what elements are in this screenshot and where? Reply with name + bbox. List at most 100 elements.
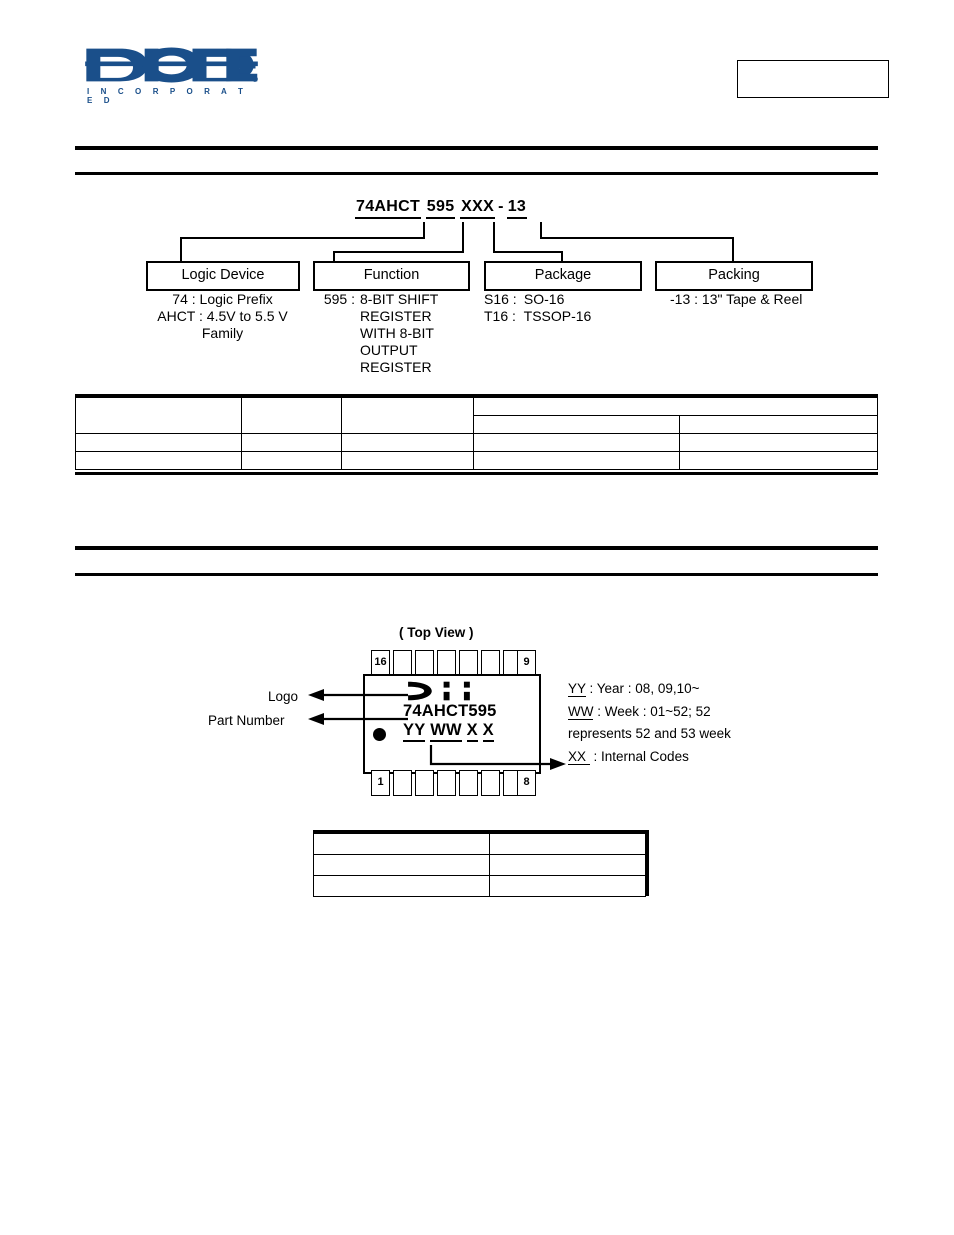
date-code-x2: X <box>482 721 494 742</box>
table-cell <box>75 433 242 452</box>
table-cell <box>313 833 490 855</box>
legend-line-week-cont: represents 52 and 53 week <box>568 723 731 746</box>
category-box-packing: Packing <box>655 261 813 291</box>
legend-code-xx: XX <box>568 748 590 765</box>
table-cell <box>313 854 490 876</box>
desc-line: WITH 8-BIT <box>360 325 434 341</box>
desc-line: -13 : 13" Tape & Reel <box>670 291 850 308</box>
marking-section-rule-top <box>75 546 878 550</box>
desc-line: S16 : SO-16 <box>484 291 644 308</box>
desc-value: TSSOP-16 <box>523 308 592 324</box>
desc-value: 4.5V to 5.5 V <box>206 308 288 324</box>
category-desc-logic-device: 74 : Logic Prefix AHCT : 4.5V to 5.5 V F… <box>130 291 315 342</box>
legend-line-internal-codes: XX : Internal Codes <box>568 746 731 769</box>
desc-value: Family <box>201 325 244 341</box>
table-cell <box>473 451 680 470</box>
connector-packing-vertical-bottom <box>732 237 734 261</box>
pin-top <box>481 650 500 676</box>
leader-arrow-part-number <box>308 713 408 725</box>
pin-1: 1 <box>371 770 390 796</box>
company-logo: I N C O R P O R A T E D <box>84 44 259 105</box>
desc-line: AHCT : 4.5V to 5.5 V <box>130 308 315 325</box>
table-row <box>313 833 646 855</box>
table-cell <box>341 433 474 452</box>
connector-logic-horizontal <box>180 237 425 239</box>
category-desc-function: 8-BIT SHIFT REGISTER WITH 8-BIT OUTPUT R… <box>360 291 480 376</box>
desc-key: 74 : <box>172 291 196 307</box>
category-box-package: Package <box>484 261 642 291</box>
category-desc-package: S16 : SO-16 T16 : TSSOP-16 <box>484 291 644 325</box>
desc-key: AHCT : <box>157 308 203 324</box>
desc-value: Logic Prefix <box>199 291 273 307</box>
pin-bottom <box>437 770 456 796</box>
table-cell <box>241 433 342 452</box>
connector-function-vertical-bottom <box>333 251 335 261</box>
pin-16: 16 <box>371 650 390 676</box>
diodes-wordmark-icon <box>85 47 258 83</box>
desc-key: S16 : <box>484 291 517 307</box>
leader-arrow-logo <box>308 689 408 701</box>
pn-dash: - <box>498 198 504 215</box>
diodes-chip-logo-icon <box>408 681 470 701</box>
ordering-section-rule-top <box>75 146 878 150</box>
pn-segment-logic: 74AHCT <box>355 198 422 219</box>
legend-text: : Internal Codes <box>589 748 689 764</box>
category-box-logic-device: Logic Device <box>146 261 300 291</box>
part-number-breakdown: 74AHCT 595 XXX -13 <box>355 198 528 219</box>
connector-function-horizontal <box>333 251 464 253</box>
connector-package-horizontal <box>493 251 563 253</box>
table-row <box>313 875 646 897</box>
pin-top <box>437 650 456 676</box>
connector-logic-vertical-bottom <box>180 237 182 261</box>
desc-value: SO-16 <box>523 291 565 307</box>
category-desc-function-key: 595 : <box>323 291 355 307</box>
logo-subtitle: I N C O R P O R A T E D <box>87 87 248 105</box>
table-cell <box>75 397 242 434</box>
legend-line-year: YY : Year : 08, 09,10~ <box>568 678 731 701</box>
package-part-number: 74AHCT595 <box>403 702 497 720</box>
legend-code-ww: WW <box>568 703 594 720</box>
table-cell <box>679 415 878 434</box>
table-row <box>75 451 878 470</box>
table-cell <box>341 451 474 470</box>
table-cell <box>75 451 242 470</box>
leader-label-logo: Logo <box>268 689 299 704</box>
ordering-table <box>75 397 878 470</box>
legend-text: : Year : 08, 09,10~ <box>585 681 700 696</box>
category-desc-packing: -13 : 13" Tape & Reel <box>670 291 850 308</box>
table-row <box>75 433 878 452</box>
desc-key: -13 : <box>670 291 699 307</box>
desc-key: T16 : <box>484 308 516 324</box>
connector-package-vertical-top <box>493 222 495 253</box>
table-cell <box>241 397 342 434</box>
pn-segment-package: XXX <box>460 198 496 219</box>
pin-bottom <box>415 770 434 796</box>
ordering-table-bottom-border <box>75 472 878 475</box>
header-part-number-box <box>737 60 889 98</box>
desc-line: REGISTER <box>360 308 432 324</box>
table-cell <box>489 833 646 855</box>
desc-line: T16 : TSSOP-16 <box>484 308 644 325</box>
table-cell <box>679 451 878 470</box>
connector-function-vertical-top <box>462 222 464 253</box>
legend-text: : Week : 01~52; 52 <box>593 703 711 719</box>
package-date-code: YY WW X X <box>403 721 497 742</box>
pin-8: 8 <box>517 770 536 796</box>
table-cell <box>473 433 680 452</box>
table-row <box>75 397 878 434</box>
ordering-section-rule-bottom <box>75 172 878 175</box>
connector-packing-horizontal <box>540 237 734 239</box>
date-code-x1: X <box>466 721 478 742</box>
table-cell <box>341 397 474 434</box>
desc-value: 13" Tape & Reel <box>701 291 803 307</box>
package-marking-text: 74AHCT595 YY WW X X <box>403 680 497 742</box>
pin-top <box>459 650 478 676</box>
desc-line: Family <box>130 325 315 342</box>
top-view-label: ( Top View ) <box>399 625 474 640</box>
table-cell <box>313 875 490 897</box>
legend-line-week: WW : Week : 01~52; 52 <box>568 701 731 724</box>
pn-segment-function: 595 <box>425 198 456 219</box>
table-cell <box>241 451 342 470</box>
pin-bottom <box>459 770 478 796</box>
desc-line: 74 : Logic Prefix <box>130 291 315 308</box>
